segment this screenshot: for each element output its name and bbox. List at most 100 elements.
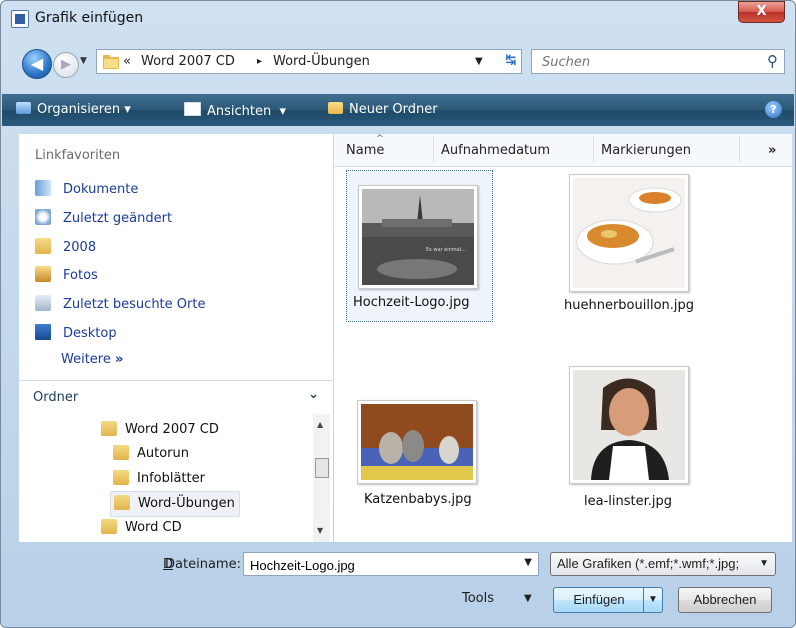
favorite-2008[interactable]: 2008 (35, 236, 96, 260)
folder-tree-scrollbar[interactable]: ▲ ▼ (313, 414, 330, 542)
folders-header[interactable]: Ordner ⌄ (19, 380, 333, 415)
new-folder-icon (328, 102, 343, 114)
column-separator[interactable] (593, 137, 594, 163)
breadcrumb-item[interactable]: Word-Übungen (273, 54, 370, 69)
thumbnail-frame (569, 174, 689, 292)
favorites-header: Linkfavoriten (35, 148, 121, 163)
search-icon[interactable]: ⚲ (767, 52, 778, 70)
tree-item-label: Word-Übungen (138, 496, 235, 511)
favorite-label: 2008 (63, 240, 97, 255)
breadcrumb-separator-icon[interactable]: ▸ (257, 56, 262, 67)
folder-icon (35, 238, 51, 254)
column-date[interactable]: Aufnahmedatum (441, 143, 550, 158)
favorite-photos[interactable]: Fotos (35, 264, 98, 288)
tools-dropdown-icon[interactable]: ▼ (524, 593, 532, 604)
word-app-icon (11, 10, 29, 28)
favorite-label: Dokumente (63, 182, 139, 197)
new-folder-button[interactable]: Neuer Ordner (328, 102, 438, 117)
favorite-desktop[interactable]: Desktop (35, 322, 117, 346)
new-folder-label: Neuer Ordner (349, 102, 438, 117)
more-columns-icon[interactable]: » (768, 143, 776, 158)
file-name-label: huehnerbouillon.jpg (564, 298, 695, 313)
soup-photo-thumbnail (573, 178, 685, 288)
history-dropdown-icon[interactable]: ▼ (80, 56, 87, 66)
favorite-recent-changed[interactable]: Zuletzt geändert (35, 207, 172, 231)
forward-button[interactable]: ▶ (53, 52, 79, 78)
tree-item-autorun[interactable]: Autorun (113, 442, 189, 466)
refresh-icon[interactable]: ↹ (501, 51, 521, 71)
folder-icon (114, 495, 130, 510)
folders-header-label: Ordner (33, 390, 79, 405)
address-dropdown-icon[interactable]: ▼ (475, 56, 483, 67)
filename-input[interactable] (248, 556, 514, 575)
organize-button[interactable]: Organisieren ▾ (16, 102, 131, 117)
file-type-filter[interactable]: Alle Grafiken (*.emf;*.wmf;*.jpg; ▼ (550, 552, 776, 576)
chevron-down-icon[interactable]: ⌄ (308, 387, 319, 402)
address-bar[interactable]: « Word 2007 CD ▸ Word-Übungen ▼ (96, 49, 522, 74)
tree-item-word-2007-cd[interactable]: Word 2007 CD (101, 418, 219, 442)
back-button[interactable]: ◀ (22, 49, 52, 79)
desktop-icon (35, 324, 51, 340)
tree-item-label: Word 2007 CD (125, 422, 219, 437)
tree-item-word-uebungen[interactable]: Word-Übungen (110, 491, 240, 517)
tools-menu[interactable]: Tools (462, 591, 494, 606)
folder-icon (113, 445, 129, 460)
organize-icon (16, 102, 31, 114)
search-input[interactable] (540, 53, 744, 72)
close-button[interactable]: X (738, 1, 785, 23)
views-button[interactable]: Ansichten ▾ (184, 102, 286, 119)
file-tile-katzenbabys[interactable]: Katzenbabys.jpg (346, 392, 491, 522)
scroll-up-icon[interactable]: ▲ (317, 420, 323, 429)
thumbnail-frame (569, 366, 689, 484)
file-type-filter-label: Alle Grafiken (*.emf;*.wmf;*.jpg; (557, 556, 740, 571)
views-icon (184, 102, 201, 116)
scrollbar-thumb[interactable] (315, 458, 329, 478)
recent-places-icon (35, 295, 51, 311)
folder-icon (101, 519, 117, 534)
file-tile-hochzeit-logo[interactable]: Es war einmal... Hochzeit-Logo.jpg (346, 170, 493, 322)
file-tile-lea-linster[interactable]: lea-linster.jpg (524, 360, 734, 522)
wedding-photo-thumbnail: Es war einmal... (362, 189, 474, 285)
sort-ascending-icon: ^ (376, 134, 384, 144)
cancel-label: Abbrechen (693, 592, 757, 607)
folder-icon (113, 470, 129, 485)
scroll-down-icon[interactable]: ▼ (317, 526, 323, 535)
chevron-down-icon[interactable]: ▼ (524, 557, 532, 568)
command-toolbar: Organisieren ▾ Ansichten ▾ Neuer Ordner … (2, 94, 794, 126)
chevron-down-icon[interactable]: ▼ (759, 553, 769, 575)
more-label: Weitere (61, 352, 111, 367)
recent-changed-icon (35, 209, 51, 225)
title-bar[interactable]: Grafik einfügen X (1, 1, 795, 37)
file-name-label: Katzenbabys.jpg (364, 492, 472, 507)
cancel-button[interactable]: Abbrechen (678, 587, 772, 613)
favorite-label: Fotos (63, 268, 98, 283)
insert-button[interactable]: Einfügen ▼ (553, 587, 663, 613)
favorite-label: Zuletzt besuchte Orte (63, 297, 206, 312)
svg-text:Es war einmal...: Es war einmal... (426, 247, 466, 253)
file-list-pane: Name ^ Aufnahmedatum Markierungen » Es w… (334, 134, 792, 542)
tree-item-word-cd[interactable]: Word CD (101, 516, 182, 540)
portrait-photo-thumbnail (573, 370, 685, 480)
column-header-row: Name ^ Aufnahmedatum Markierungen » (334, 134, 792, 167)
breadcrumb-item[interactable]: Word 2007 CD (141, 54, 235, 69)
favorite-recent-places[interactable]: Zuletzt besuchte Orte (35, 293, 205, 317)
filename-combobox[interactable]: ▼ (243, 552, 539, 576)
filename-label-text: Dateiname: (165, 557, 241, 572)
column-separator[interactable] (433, 137, 434, 163)
help-icon[interactable]: ? (765, 101, 782, 118)
column-tags[interactable]: Markierungen (601, 143, 691, 158)
column-separator[interactable] (739, 137, 740, 163)
tree-item-label: Autorun (137, 446, 190, 461)
thumbnail-frame (357, 400, 477, 484)
breadcrumb-overflow[interactable]: « (123, 54, 131, 69)
more-favorites-link[interactable]: Weitere » (61, 352, 123, 367)
favorite-documents[interactable]: Dokumente (35, 178, 138, 202)
file-tile-huehnerbouillon[interactable]: huehnerbouillon.jpg (524, 170, 734, 320)
tree-item-infoblaetter[interactable]: Infoblätter (113, 467, 205, 491)
thumbnail-frame: Es war einmal... (358, 185, 478, 289)
file-name-label: lea-linster.jpg (584, 494, 672, 509)
column-name[interactable]: Name (346, 143, 384, 158)
search-box[interactable]: ⚲ (531, 49, 785, 74)
insert-split-dropdown-icon[interactable]: ▼ (643, 588, 662, 612)
organize-label: Organisieren (37, 102, 121, 117)
